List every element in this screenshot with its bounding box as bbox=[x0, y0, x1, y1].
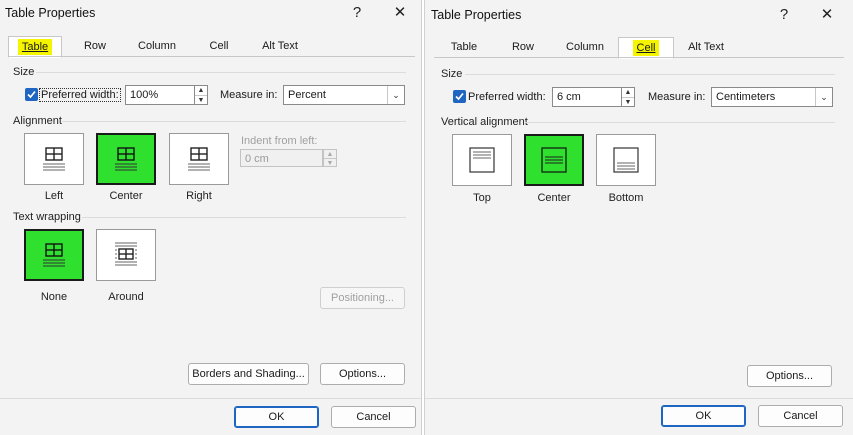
table-properties-dialog-left: Table Properties ? ✕ Table Row Column Ce… bbox=[0, 0, 422, 435]
cancel-button[interactable]: Cancel bbox=[331, 406, 416, 428]
wrap-none-option[interactable] bbox=[24, 229, 84, 281]
table-align-center-icon bbox=[115, 147, 137, 171]
vertical-align-bottom-option[interactable] bbox=[596, 134, 656, 186]
indent-from-left-input[interactable]: 0 cm bbox=[240, 149, 323, 167]
wrap-around-option[interactable] bbox=[96, 229, 156, 281]
alignment-group-label: Alignment bbox=[13, 115, 62, 127]
checkmark-icon bbox=[455, 92, 464, 101]
positioning-button[interactable]: Positioning... bbox=[320, 287, 405, 309]
dropdown-chevron-icon: ⌄ bbox=[815, 88, 832, 106]
dialog-footer: OK Cancel bbox=[425, 398, 853, 435]
cell-align-top-icon bbox=[469, 147, 495, 173]
align-center-option[interactable] bbox=[96, 133, 156, 185]
preferred-width-input[interactable]: 100% bbox=[125, 85, 195, 105]
help-icon[interactable]: ? bbox=[346, 3, 368, 23]
wrap-around-label: Around bbox=[108, 291, 144, 303]
cell-align-bottom-icon bbox=[613, 147, 639, 173]
preferred-width-label: Preferred width: bbox=[468, 91, 546, 103]
dropdown-chevron-icon: ⌄ bbox=[387, 86, 404, 104]
vertical-align-top-label: Top bbox=[473, 192, 491, 204]
measure-in-label: Measure in: bbox=[648, 91, 706, 103]
tab-alt-text[interactable]: Alt Text bbox=[678, 37, 734, 57]
tab-strip: Table Row Column Cell Alt Text bbox=[8, 36, 413, 58]
measure-in-label: Measure in: bbox=[220, 89, 278, 101]
table-align-right-icon bbox=[188, 147, 210, 171]
table-align-left-icon bbox=[43, 147, 65, 171]
tab-alt-text[interactable]: Alt Text bbox=[252, 36, 308, 56]
measure-in-select[interactable]: Centimeters ⌄ bbox=[711, 87, 833, 107]
text-wrapping-group-label: Text wrapping bbox=[13, 211, 81, 223]
tab-strip: Table Row Column Cell Alt Text bbox=[434, 37, 844, 59]
wrap-around-icon bbox=[115, 242, 137, 266]
width-spinner[interactable]: ▲ ▼ bbox=[621, 87, 635, 107]
align-left-label: Left bbox=[44, 190, 64, 202]
cancel-button[interactable]: Cancel bbox=[758, 405, 843, 427]
spin-up-icon: ▲ bbox=[195, 86, 207, 96]
preferred-width-input[interactable]: 6 cm bbox=[552, 87, 622, 107]
checkmark-icon bbox=[27, 90, 36, 99]
preferred-width-checkbox[interactable] bbox=[25, 88, 38, 101]
vertical-align-top-option[interactable] bbox=[452, 134, 512, 186]
wrap-none-icon bbox=[43, 243, 65, 267]
dialog-title: Table Properties bbox=[5, 6, 96, 20]
size-group-label: Size bbox=[441, 68, 463, 80]
help-icon[interactable]: ? bbox=[773, 5, 795, 25]
preferred-width-checkbox[interactable] bbox=[453, 90, 466, 103]
tab-table[interactable]: Table bbox=[8, 36, 62, 58]
spin-up-icon: ▲ bbox=[324, 150, 336, 159]
align-right-option[interactable] bbox=[169, 133, 229, 185]
ok-button[interactable]: OK bbox=[661, 405, 746, 427]
vertical-align-bottom-label: Bottom bbox=[608, 192, 644, 204]
tab-cell[interactable]: Cell bbox=[196, 36, 242, 56]
size-group-label: Size bbox=[13, 66, 35, 78]
options-button[interactable]: Options... bbox=[747, 365, 832, 387]
tab-row[interactable]: Row bbox=[498, 37, 548, 57]
indent-spinner[interactable]: ▲ ▼ bbox=[323, 149, 337, 167]
options-button[interactable]: Options... bbox=[320, 363, 405, 385]
tab-column[interactable]: Column bbox=[556, 37, 614, 57]
tab-table[interactable]: Table bbox=[437, 37, 491, 57]
dialog-footer: OK Cancel bbox=[0, 398, 421, 435]
vertical-align-center-option[interactable] bbox=[524, 134, 584, 186]
vertical-alignment-group-label: Vertical alignment bbox=[441, 116, 528, 128]
tab-row[interactable]: Row bbox=[70, 36, 120, 56]
spin-down-icon: ▼ bbox=[326, 159, 334, 167]
spin-down-icon: ▼ bbox=[197, 97, 205, 104]
borders-and-shading-button[interactable]: Borders and Shading... bbox=[188, 363, 309, 385]
spin-down-icon: ▼ bbox=[624, 99, 632, 106]
align-center-label: Center bbox=[109, 190, 143, 202]
wrap-none-label: None bbox=[40, 291, 68, 303]
indent-from-left-label: Indent from left: bbox=[241, 135, 318, 147]
ok-button[interactable]: OK bbox=[234, 406, 319, 428]
preferred-width-label: Preferred width: bbox=[39, 88, 121, 102]
spin-up-icon: ▲ bbox=[622, 88, 634, 98]
align-left-option[interactable] bbox=[24, 133, 84, 185]
measure-in-select[interactable]: Percent ⌄ bbox=[283, 85, 405, 105]
tab-cell[interactable]: Cell bbox=[618, 37, 674, 59]
width-spinner[interactable]: ▲ ▼ bbox=[194, 85, 208, 105]
dialog-title: Table Properties bbox=[431, 8, 522, 22]
cell-align-center-icon bbox=[541, 147, 567, 173]
close-icon[interactable]: ✕ bbox=[389, 3, 411, 23]
vertical-align-center-label: Center bbox=[537, 192, 571, 204]
align-right-label: Right bbox=[186, 190, 212, 202]
table-properties-dialog-right: Table Properties ? ✕ Table Row Column Ce… bbox=[424, 0, 853, 435]
close-icon[interactable]: ✕ bbox=[816, 5, 838, 25]
tab-column[interactable]: Column bbox=[128, 36, 186, 56]
